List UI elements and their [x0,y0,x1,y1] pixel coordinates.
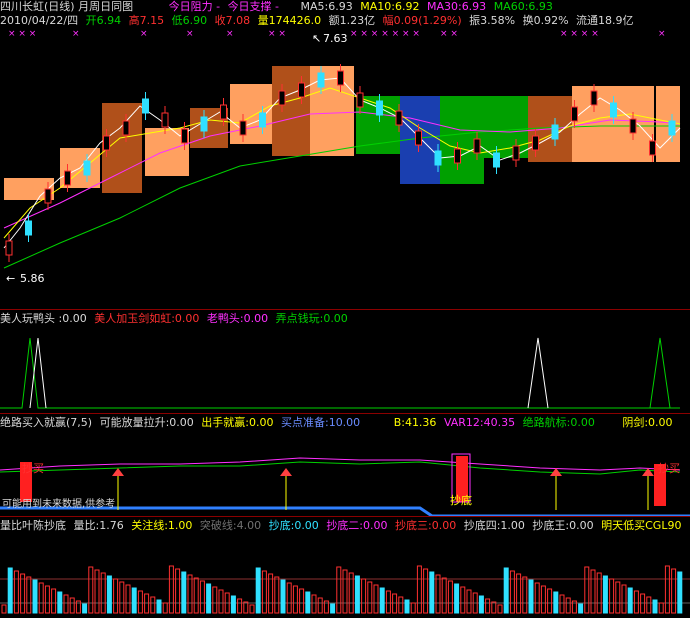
high-price-label: 7.63 [323,32,348,45]
buy-tag-right: 抄买 [658,462,680,475]
quote-open: 开6.94 [85,14,122,27]
svg-text:×: × [186,29,194,39]
indicator-2-line2: 出手就赢:0.00 [201,416,274,429]
chart-header: 四川长虹(日线) 月周日同图 今日阻力 - 今日支撑 - MA5:6.93 MA… [0,0,557,14]
svg-text:× ×: × × [440,29,458,39]
quote-date: 2010/04/22/四 [0,14,79,27]
panel-divider [0,413,690,414]
indicator-panel-2-header: 绝路买入就赢(7,5) 可能放量拉升:0.00 出手就赢:0.00 买点准备:1… [0,416,677,430]
indicator-2-line5: VAR12:40.35 [443,416,516,429]
stock-title: 四川长虹(日线) 月周日同图 [0,0,134,13]
quote-float: 流通18.9亿 [576,14,634,27]
volume-chart[interactable] [0,533,690,615]
indicator-2-line7: 阴剑:0.00 [622,416,673,429]
quote-amplitude: 振3.58% [469,14,516,27]
ma60-value: MA60:6.93 [493,0,553,13]
buy-tag-left: 抄买 [22,462,44,475]
indicator-3-line6: 抄底三:0.00 [395,519,457,532]
indicator-2-name: 绝路买入就赢(7,5) [0,416,93,429]
quote-high: 高7.15 [128,14,165,27]
future-data-hint: 可能用到未来数据,供参考 [2,499,116,510]
indicator-3-line5: 抄底二:0.00 [326,519,388,532]
high-arrow-icon: ↖ [312,32,321,45]
indicator-1-line3: 弄点钱玩:0.00 [275,312,348,325]
svg-text:× ×: × × [268,29,286,39]
indicator-3-line2: 关注线:1.00 [131,519,193,532]
svg-text:×: × [140,29,148,39]
quote-turnover: 换0.92% [522,14,569,27]
svg-text:×: × [658,29,666,39]
svg-text:×: × [226,29,234,39]
ma10-value: MA10:6.92 [360,0,420,13]
candlestick-chart[interactable]: × × × × × × × × × × × × × × × × × × × × × × × … [0,28,690,308]
indicator-3-line8: 抄底王:0.00 [532,519,594,532]
svg-text:× × ×: × × × [8,29,36,39]
quote-change: 幅0.09(1.29%) [382,14,462,27]
indicator-3-line7: 抄底四:1.00 [463,519,525,532]
quote-bar: 2010/04/22/四 开6.94 高7.15 低6.90 收7.08 量17… [0,14,638,28]
quote-close: 收7.08 [214,14,251,27]
svg-text:× × × ×: × × × × [560,29,599,39]
indicator-1-name: 美人玩鸭头 :0.00 [0,312,87,325]
panel-divider [0,516,690,517]
panel-divider [0,309,690,310]
quote-low: 低6.90 [171,14,208,27]
indicator-2-line3: 买点准备:10.00 [280,416,361,429]
indicator-3-line3: 突破线:4.00 [199,519,262,532]
indicator-2-line1: 可能放量拉升:0.00 [99,416,194,429]
volume-bars [1,565,683,614]
indicator-3-line4: 抄底:0.00 [268,519,319,532]
resistance-label: 今日阻力 - [168,0,221,13]
low-arrow-icon: ← [6,272,15,285]
quote-volume: 量174426.0 [257,14,322,27]
svg-text:×: × [72,29,80,39]
indicator-3-name: 量比叶陈抄底 [0,519,66,532]
indicator-panel-3-header: 量比叶陈抄底 量比:1.76 关注线:1.00 突破线:4.00 抄底:0.00… [0,519,685,533]
indicator-3-line1: 量比:1.76 [73,519,124,532]
ma30-value: MA30:6.93 [426,0,487,13]
support-label: 今日支撑 - [227,0,280,13]
indicator-2-line6: 绝路航标:0.00 [522,416,595,429]
indicator-1-line1: 美人加玉剑如虹:0.00 [94,312,200,325]
bottom-tag: 抄底 [450,494,472,507]
ma5-value: MA5:6.93 [300,0,353,13]
indicator-panel-1-header: 美人玩鸭头 :0.00 美人加玉剑如虹:0.00 老鸭头:0.00 弄点钱玩:0… [0,312,352,326]
indicator-panel-1[interactable] [0,326,690,412]
quote-amount: 额1.23亿 [328,14,376,27]
indicator-3-line9: 明天低买CGL90 [601,519,682,532]
indicator-2-line4: B:41.36 [393,416,437,429]
indicator-1-line2: 老鸭头:0.00 [206,312,269,325]
svg-text:× × × × × × ×: × × × × × × × [350,29,420,39]
low-price-label: 5.86 [20,272,45,285]
